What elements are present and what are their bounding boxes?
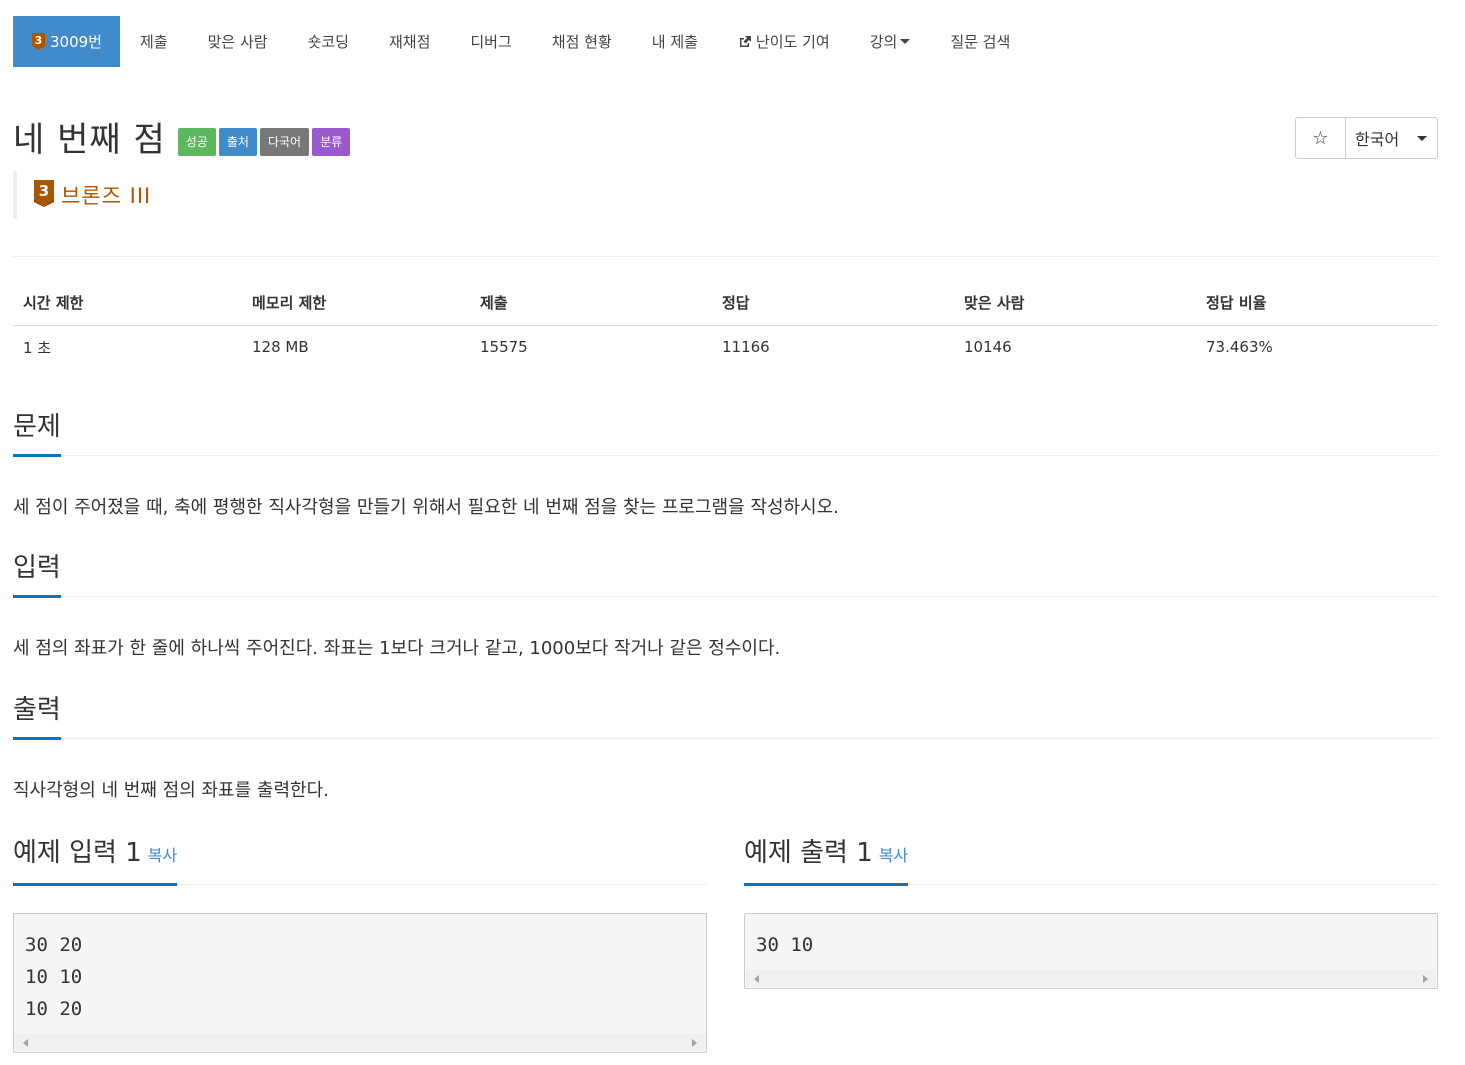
sample-output-title-text: 예제 출력 1: [744, 838, 873, 868]
label-multilang[interactable]: 다국어: [259, 127, 310, 156]
nav-difficulty-contribution[interactable]: 난이도 기여: [718, 16, 850, 67]
svg-text:3: 3: [39, 182, 49, 200]
problem-controls: ☆ 한국어: [1295, 117, 1438, 159]
sample-output-line: 30 10: [756, 934, 814, 956]
label-source[interactable]: 출처: [218, 127, 257, 156]
page-title: 네 번째 점: [13, 120, 166, 160]
copy-sample-output-button[interactable]: 복사: [879, 846, 908, 865]
scroll-right-icon[interactable]: [692, 1039, 697, 1047]
submissions-value: 15575: [480, 338, 528, 357]
divider: [13, 256, 1438, 257]
sample-input-header: 예제 입력 1 복사: [13, 836, 707, 886]
nav-question-search[interactable]: 질문 검색: [930, 16, 1030, 67]
problem-labels: 성공 출처 다국어 분류: [175, 127, 351, 156]
nav-accepted-users[interactable]: 맞은 사람: [188, 16, 288, 67]
input-section-header: 입력: [13, 551, 1438, 598]
sample-input-box[interactable]: 30 20 10 10 10 20: [13, 913, 707, 1053]
problem-section-title: 문제: [13, 410, 61, 457]
output-section-header: 출력: [13, 693, 1438, 740]
nav-problem-tab[interactable]: 3 3009번: [13, 16, 120, 67]
header-submissions: 제출: [470, 280, 712, 326]
input-description: 세 점의 좌표가 한 줄에 하나씩 주어진다. 좌표는 1보다 크거나 같고, …: [13, 638, 781, 659]
header-time-limit: 시간 제한: [13, 280, 242, 326]
accepted-value: 11166: [722, 338, 770, 357]
caret-down-icon: [1417, 135, 1427, 141]
table-header-row: 시간 제한 메모리 제한 제출 정답 맞은 사람 정답 비율: [13, 280, 1438, 326]
nav-short-coding[interactable]: 숏코딩: [288, 16, 369, 67]
star-icon: ☆: [1312, 127, 1329, 149]
problem-nav: 3 3009번 제출 맞은 사람 숏코딩 재채점 디버그 채점 현황 내 제출 …: [13, 16, 1030, 67]
language-select[interactable]: 한국어: [1346, 118, 1437, 158]
nav-rejudge[interactable]: 재채점: [369, 16, 450, 67]
header-accepted-users: 맞은 사람: [954, 280, 1196, 326]
label-category[interactable]: 분류: [312, 127, 351, 156]
scroll-right-icon[interactable]: [1423, 975, 1428, 983]
sample-input-title-text: 예제 입력 1: [13, 838, 142, 868]
tier-block: 3 브론즈 III: [13, 171, 151, 219]
input-section-title: 입력: [13, 551, 61, 598]
table-row: 1 초 128 MB 15575 11166 10146 73.463%: [13, 325, 1438, 369]
sample-output-box[interactable]: 30 10: [744, 913, 1438, 989]
sample-input-line: 30 20: [25, 934, 83, 956]
sample-output-title: 예제 출력 1 복사: [744, 836, 909, 886]
sample-output-header: 예제 출력 1 복사: [744, 836, 1438, 886]
nav-difficulty-label: 난이도 기여: [755, 33, 830, 51]
scroll-left-icon[interactable]: [23, 1039, 28, 1047]
accepted-users-value: 10146: [964, 338, 1012, 357]
time-limit-value: 1 초: [23, 338, 52, 357]
accept-ratio-value: 73.463%: [1206, 338, 1273, 357]
nav-status[interactable]: 채점 현황: [532, 16, 632, 67]
nav-problem-label: 3009번: [50, 33, 102, 51]
nav-lectures-label: 강의: [869, 33, 898, 51]
nav-lectures-dropdown[interactable]: 강의: [850, 16, 931, 67]
horizontal-scrollbar[interactable]: [746, 970, 1436, 987]
favorite-button[interactable]: ☆: [1296, 118, 1346, 158]
tier-label[interactable]: 브론즈 III: [61, 180, 151, 210]
sample-input-line: 10 20: [25, 998, 83, 1020]
svg-text:3: 3: [35, 34, 43, 47]
nav-debug[interactable]: 디버그: [450, 16, 531, 67]
title-row: 네 번째 점 성공 출처 다국어 분류: [13, 112, 351, 161]
bronze-tier-icon: 3: [33, 179, 55, 211]
output-description: 직사각형의 네 번째 점의 좌표를 출력한다.: [13, 780, 329, 801]
caret-down-icon: [900, 39, 911, 44]
nav-my-submissions[interactable]: 내 제출: [632, 16, 718, 67]
external-link-icon: [738, 35, 752, 49]
scroll-left-icon[interactable]: [754, 975, 759, 983]
problem-description: 세 점이 주어졌을 때, 축에 평행한 직사각형을 만들기 위해서 필요한 네 …: [13, 497, 839, 518]
bronze-tier-icon: 3: [31, 32, 46, 51]
sample-output-content: 30 10: [745, 914, 1437, 961]
header-accept-ratio: 정답 비율: [1196, 280, 1438, 326]
label-success[interactable]: 성공: [177, 127, 216, 156]
sample-input-content: 30 20 10 10 10 20: [14, 914, 706, 1025]
sample-input-line: 10 10: [25, 966, 83, 988]
copy-sample-input-button[interactable]: 복사: [148, 846, 177, 865]
output-section-title: 출력: [13, 693, 61, 740]
sample-input-title: 예제 입력 1 복사: [13, 836, 178, 886]
language-label: 한국어: [1355, 130, 1400, 149]
problem-info-table: 시간 제한 메모리 제한 제출 정답 맞은 사람 정답 비율 1 초 128 M…: [13, 280, 1438, 369]
nav-submit[interactable]: 제출: [120, 16, 188, 67]
memory-limit-value: 128 MB: [252, 338, 309, 357]
problem-section-header: 문제: [13, 410, 1438, 457]
header-memory-limit: 메모리 제한: [242, 280, 470, 326]
header-accepted: 정답: [712, 280, 954, 326]
horizontal-scrollbar[interactable]: [15, 1034, 705, 1051]
